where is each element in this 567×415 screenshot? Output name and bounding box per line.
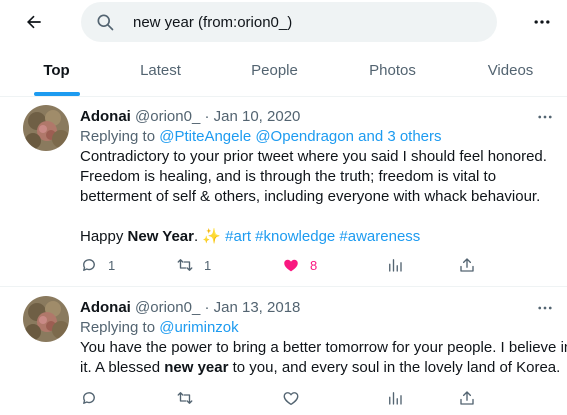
- tweet-date[interactable]: Jan 13, 2018: [214, 299, 301, 316]
- tweet-text-line: it. A blessed new year to you, and every…: [80, 358, 560, 378]
- tweet-actions: 1 1 8: [80, 255, 500, 275]
- replying-to-label: Replying to: [80, 128, 156, 145]
- reply-button[interactable]: 1: [80, 255, 115, 275]
- retweet-button[interactable]: 1: [176, 255, 211, 275]
- analytics-icon: [389, 392, 402, 405]
- tweet-actions: [80, 388, 500, 408]
- heart-filled-icon: [284, 259, 298, 272]
- retweet-button[interactable]: [176, 388, 194, 408]
- reply-icon: [83, 259, 95, 271]
- like-count: 8: [310, 257, 318, 273]
- separator-dot: ·: [204, 108, 210, 125]
- tweet-text-line: Freedom is healing, and is through the t…: [80, 168, 497, 185]
- share-icon: [460, 258, 474, 272]
- search-icon: [97, 14, 114, 31]
- text-segment: Happy: [80, 228, 128, 245]
- more-horizontal-icon: [534, 20, 550, 24]
- search-input[interactable]: [133, 2, 483, 42]
- arrow-left-icon: [27, 15, 41, 29]
- search-box[interactable]: [81, 2, 497, 42]
- author-handle[interactable]: @orion0_: [135, 299, 200, 316]
- tweet[interactable]: Adonai @orion0_ · Jan 10, 2020 Replying …: [0, 97, 567, 287]
- replying-to-mentions[interactable]: @uriminzok: [159, 319, 238, 336]
- separator-dot: ·: [204, 299, 210, 316]
- share-icon: [460, 391, 474, 405]
- avatar-image: [23, 105, 69, 151]
- heart-icon: [283, 392, 299, 406]
- tweet-text-line: betterment of self & others, including e…: [80, 188, 541, 205]
- tab-top[interactable]: Top: [0, 44, 113, 96]
- back-button[interactable]: [20, 8, 48, 36]
- reply-icon: [83, 392, 95, 404]
- tweet-more-button[interactable]: [535, 300, 555, 316]
- retweet-icon: [177, 392, 193, 404]
- search-tabs: Top Latest People Photos Videos: [0, 44, 567, 97]
- avatar[interactable]: [23, 296, 69, 342]
- tweet-text-line: You have the power to bring a better tom…: [80, 339, 567, 356]
- views-button[interactable]: [386, 388, 404, 408]
- text-segment: to you, and every soul in the lovely lan…: [228, 359, 561, 376]
- replying-to-label: Replying to: [80, 319, 156, 336]
- author-name[interactable]: Adonai: [80, 299, 131, 316]
- text-segment: it. A blessed: [80, 359, 165, 376]
- highlighted-keyword: New Year: [127, 228, 194, 245]
- retweet-count: 1: [204, 257, 212, 273]
- avatar[interactable]: [23, 105, 69, 151]
- like-button[interactable]: [282, 388, 300, 408]
- search-header: [0, 0, 567, 44]
- tab-latest[interactable]: Latest: [104, 44, 217, 96]
- author-handle[interactable]: @orion0_: [135, 108, 200, 125]
- hashtags[interactable]: #art #knowledge #awareness: [225, 228, 420, 245]
- share-button[interactable]: [458, 255, 476, 275]
- more-options-button[interactable]: [530, 10, 554, 34]
- reply-count: 1: [108, 257, 116, 273]
- analytics-icon: [389, 259, 402, 272]
- replying-to-mentions[interactable]: @PtiteAngele @Opendragon and 3 others: [159, 128, 441, 145]
- tweet-date[interactable]: Jan 10, 2020: [214, 108, 301, 125]
- tweet-text-line: Happy New Year. ✨ #art #knowledge #aware…: [80, 227, 550, 247]
- avatar-image: [23, 296, 69, 342]
- author-name[interactable]: Adonai: [80, 108, 131, 125]
- more-horizontal-icon: [538, 115, 552, 119]
- more-horizontal-icon: [538, 306, 552, 310]
- retweet-icon: [177, 259, 193, 271]
- highlighted-keyword: new year: [164, 359, 229, 376]
- tab-people[interactable]: People: [218, 44, 331, 96]
- reply-button[interactable]: [80, 388, 98, 408]
- like-button[interactable]: 8: [282, 255, 317, 275]
- text-segment: . ✨: [193, 228, 226, 245]
- tab-photos[interactable]: Photos: [336, 44, 449, 96]
- tweet-text-line: Contradictory to your prior tweet where …: [80, 148, 547, 165]
- tweet[interactable]: Adonai @orion0_ · Jan 13, 2018 Replying …: [0, 288, 567, 415]
- tab-videos[interactable]: Videos: [454, 44, 567, 96]
- views-button[interactable]: [386, 255, 404, 275]
- share-button[interactable]: [458, 388, 476, 408]
- active-tab-indicator: [34, 92, 80, 96]
- tweet-more-button[interactable]: [535, 109, 555, 125]
